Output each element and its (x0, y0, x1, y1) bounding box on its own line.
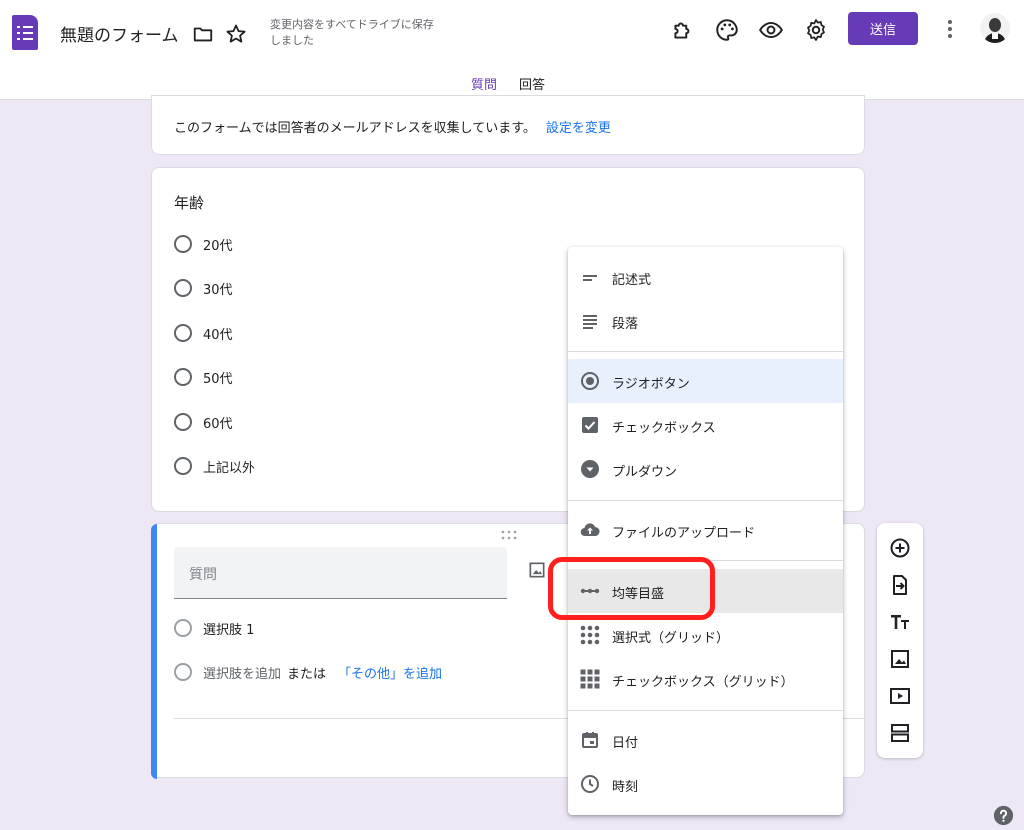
highlight-annotation (548, 557, 715, 620)
list-item[interactable]: 選択肢 1 (174, 618, 254, 638)
app-header: 無題のフォーム 変更内容をすべてドライブに保存しました 送信 質問 回答 (0, 0, 1024, 100)
image-icon[interactable] (527, 560, 547, 580)
radio-button-icon (581, 372, 599, 390)
add-section-icon[interactable] (888, 721, 912, 745)
add-image-icon[interactable] (888, 647, 912, 671)
add-video-icon[interactable] (888, 684, 912, 708)
form-title[interactable]: 無題のフォーム (60, 21, 179, 46)
folder-icon[interactable] (192, 23, 214, 45)
short-answer-icon (583, 275, 597, 281)
add-option-button[interactable]: 選択肢を追加 (203, 663, 281, 682)
question-input[interactable]: 質問 (174, 547, 507, 599)
menu-divider (568, 500, 843, 501)
grid-dots-icon (580, 625, 600, 645)
menu-item-dropdown[interactable]: プルダウン (568, 447, 843, 491)
question-placeholder: 質問 (189, 567, 217, 583)
menu-item-file-upload[interactable]: ファイルのアップロード (568, 508, 843, 552)
add-other-button[interactable]: 「その他」を追加 (338, 663, 442, 682)
question-title: 年齢 (174, 194, 205, 212)
help-icon[interactable] (993, 805, 1014, 826)
or-text: または (287, 666, 327, 682)
menu-item-radio-button[interactable]: ラジオボタン (568, 359, 843, 403)
palette-icon[interactable] (714, 17, 740, 43)
avatar[interactable] (980, 13, 1010, 43)
radio-icon (174, 457, 192, 475)
send-button[interactable]: 送信 (848, 12, 918, 45)
list-item[interactable]: 30代 (174, 278, 233, 298)
star-icon[interactable] (224, 22, 248, 46)
change-settings-link[interactable]: 設定を変更 (546, 121, 611, 136)
menu-item-date[interactable]: 日付 (568, 718, 843, 762)
question-type-menu: 記述式 段落 ラジオボタン チェックボックス プルダウン ファイルのアップロード… (568, 247, 843, 815)
forms-logo-icon[interactable] (12, 15, 38, 50)
radio-icon (174, 324, 192, 342)
import-questions-icon[interactable] (888, 573, 912, 597)
radio-icon (174, 413, 192, 431)
radio-icon (174, 619, 192, 637)
menu-divider (568, 351, 843, 352)
menu-item-time[interactable]: 時刻 (568, 762, 843, 806)
menu-divider (568, 710, 843, 711)
drag-handle-icon[interactable] (501, 530, 517, 540)
active-card-accent (151, 524, 157, 779)
email-notice-text: このフォームでは回答者のメールアドレスを収集しています。 (174, 121, 536, 136)
puzzle-icon[interactable] (670, 17, 696, 43)
list-item[interactable]: 上記以外 (174, 456, 255, 476)
checkbox-icon (582, 417, 598, 433)
option-label: 30代 (203, 282, 233, 298)
menu-item-checkbox[interactable]: チェックボックス (568, 403, 843, 447)
option-label: 40代 (203, 327, 233, 343)
tab-responses[interactable]: 回答 (519, 74, 545, 93)
list-item[interactable]: 60代 (174, 412, 233, 432)
radio-icon (174, 368, 192, 386)
add-question-icon[interactable] (888, 536, 912, 560)
option-label: 上記以外 (203, 460, 256, 476)
option-label: 20代 (203, 238, 233, 254)
grid-squares-icon (580, 669, 600, 689)
menu-item-checkbox-grid[interactable]: チェックボックス（グリッド） (568, 657, 843, 701)
paragraph-icon (583, 315, 597, 329)
list-item[interactable]: 40代 (174, 323, 233, 343)
email-notice-card: このフォームでは回答者のメールアドレスを収集しています。 設定を変更 (151, 95, 865, 155)
menu-item-paragraph[interactable]: 段落 (568, 299, 843, 343)
list-item[interactable]: 20代 (174, 234, 233, 254)
calendar-icon (582, 732, 598, 748)
cloud-upload-icon (580, 523, 600, 537)
option-label: 60代 (203, 416, 233, 432)
radio-icon (174, 663, 192, 681)
floating-toolbar (877, 523, 923, 758)
gear-icon[interactable] (803, 17, 829, 43)
add-title-icon[interactable] (888, 610, 912, 634)
save-status: 変更内容をすべてドライブに保存しました (270, 18, 434, 47)
menu-item-short-answer[interactable]: 記述式 (568, 255, 843, 299)
more-vert-icon[interactable] (940, 18, 960, 40)
radio-icon (174, 235, 192, 253)
option-label[interactable]: 選択肢 1 (203, 619, 254, 638)
dropdown-icon (581, 460, 599, 478)
clock-icon (581, 775, 599, 793)
radio-icon (174, 279, 192, 297)
list-item[interactable]: 50代 (174, 367, 233, 387)
tab-questions[interactable]: 質問 (471, 74, 497, 93)
eye-icon[interactable] (758, 17, 784, 43)
add-option-row: 選択肢を追加 または 「その他」を追加 (174, 662, 442, 682)
option-label: 50代 (203, 371, 233, 387)
